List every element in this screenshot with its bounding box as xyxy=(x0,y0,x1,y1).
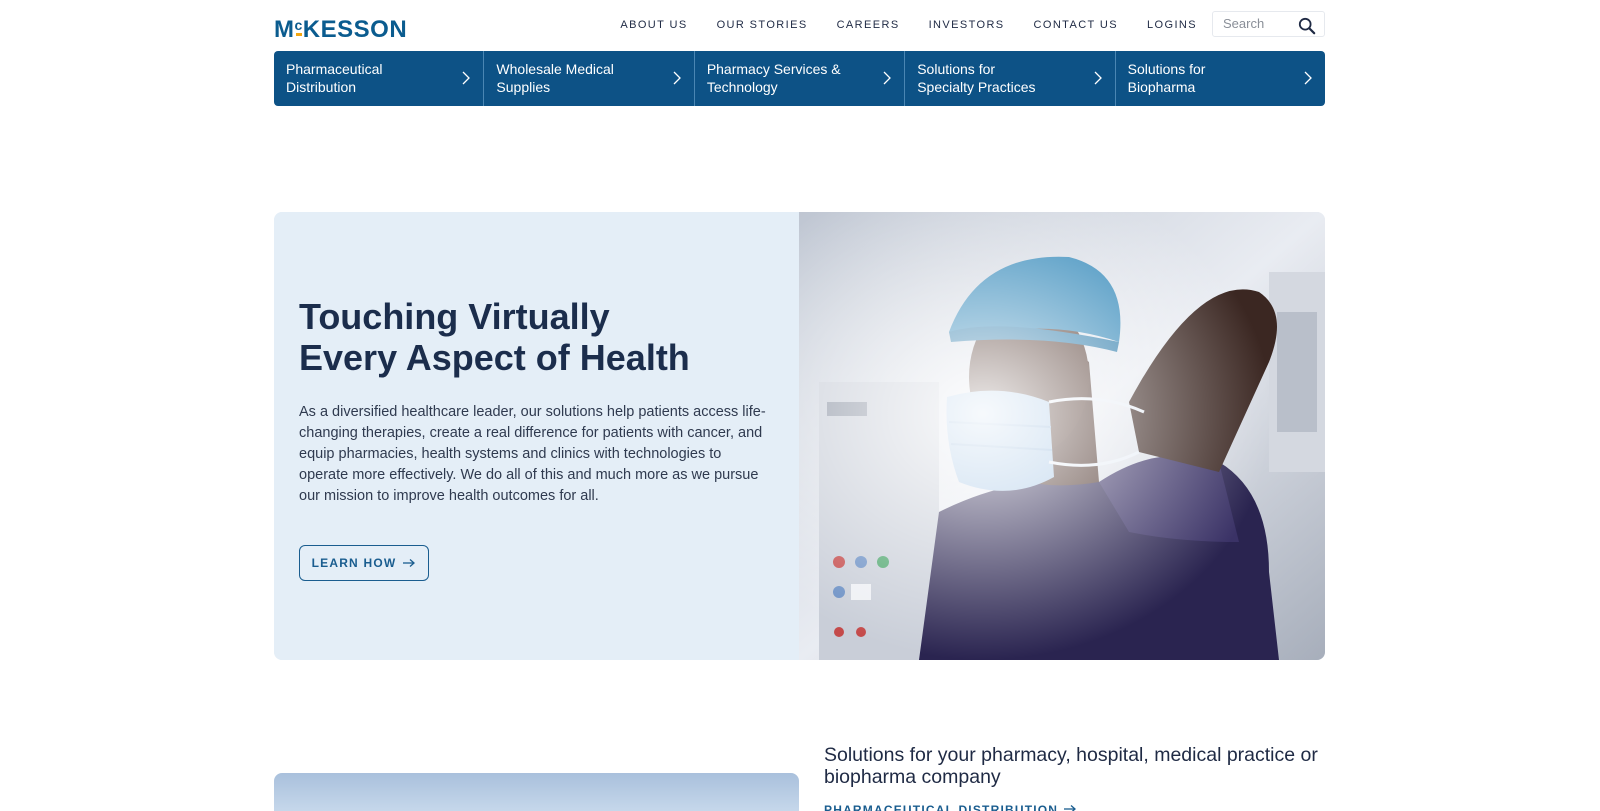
nav-about-us[interactable]: ABOUT US xyxy=(620,18,687,32)
solutions-heading: Solutions for your pharmacy, hospital, m… xyxy=(824,744,1318,788)
hero-section: Touching Virtually Every Aspect of Healt… xyxy=(274,212,1325,660)
search-box xyxy=(1212,11,1325,37)
nav-investors[interactable]: INVESTORS xyxy=(929,18,1005,32)
hero-photo-healthcare-worker xyxy=(799,212,1325,660)
category-pharmacy-services-technology[interactable]: Pharmacy Services & Technology xyxy=(695,51,906,106)
arrow-right-icon xyxy=(403,559,416,567)
mckesson-logo[interactable]: Mc KESSON xyxy=(274,12,407,43)
site-header: Mc KESSON ABOUT US OUR STORIES CAREERS IN… xyxy=(274,10,1325,43)
category-biopharma[interactable]: Solutions for Biopharma xyxy=(1116,51,1325,106)
learn-how-button[interactable]: LEARN HOW xyxy=(299,545,429,581)
nav-contact-us[interactable]: CONTACT US xyxy=(1034,18,1119,32)
hero-title: Touching Virtually Every Aspect of Healt… xyxy=(299,296,690,378)
nav-careers[interactable]: CAREERS xyxy=(837,18,900,32)
category-wholesale-medical-supplies[interactable]: Wholesale Medical Supplies xyxy=(484,51,695,106)
logo-text-post: KESSON xyxy=(302,16,408,43)
category-specialty-practices[interactable]: Solutions for Specialty Practices xyxy=(905,51,1116,106)
hero-description: As a diversified healthcare leader, our … xyxy=(299,404,766,504)
arrow-right-icon xyxy=(1063,805,1076,811)
chevron-right-icon xyxy=(1094,71,1102,85)
healthcare-worker-illustration xyxy=(799,212,1325,660)
chevron-right-icon xyxy=(673,71,681,85)
category-bar: Pharmaceutical Distribution Wholesale Med… xyxy=(274,51,1325,106)
nav-our-stories[interactable]: OUR STORIES xyxy=(717,18,808,32)
search-input[interactable] xyxy=(1223,16,1293,31)
category-pharmaceutical-distribution[interactable]: Pharmaceutical Distribution xyxy=(274,51,485,106)
nav-logins[interactable]: LOGINS xyxy=(1147,18,1197,32)
pharmaceutical-distribution-link[interactable]: PHARMACEUTICAL DISTRIBUTION xyxy=(824,803,1077,811)
logo-text-pre: M xyxy=(274,16,295,43)
logo-c-superscript: c xyxy=(295,17,303,36)
hero-text-panel: Touching Virtually Every Aspect of Healt… xyxy=(274,212,799,660)
learn-how-label: LEARN HOW xyxy=(311,556,397,570)
chevron-right-icon xyxy=(1304,71,1312,85)
search-icon[interactable] xyxy=(1298,17,1316,35)
chevron-right-icon xyxy=(883,71,892,85)
chevron-right-icon xyxy=(462,71,471,85)
solutions-photo xyxy=(274,773,799,811)
top-navigation: ABOUT US OUR STORIES CAREERS INVESTORS C… xyxy=(591,18,1197,32)
